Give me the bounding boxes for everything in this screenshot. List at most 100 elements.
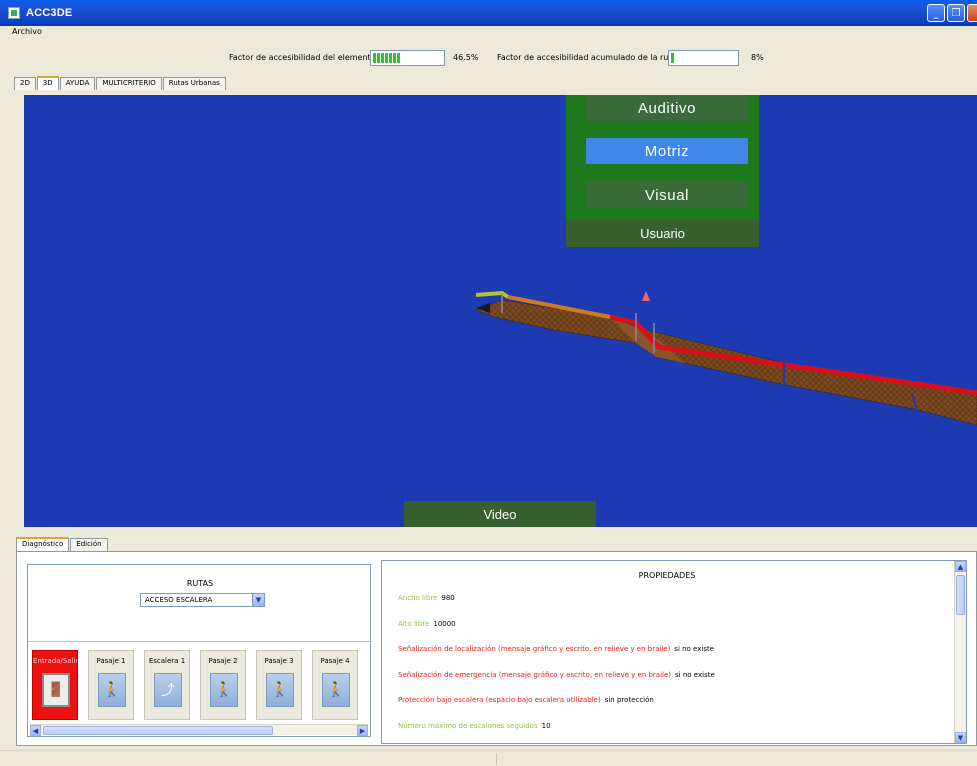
segment-card-escalera-1[interactable]: Escalera 1 ⤴ — [144, 650, 190, 720]
3d-scene — [475, 290, 977, 426]
property-value: si no existe — [674, 645, 715, 653]
panel-tabs: Diagnóstico Edición — [16, 537, 109, 551]
view-tabs: 2D 3D AYUDA MULTICRITERIO Rutas Urbanas — [14, 76, 227, 90]
segment-card-pasaje-2[interactable]: Pasaje 2 🚶 — [200, 650, 246, 720]
segment-label: Pasaje 4 — [320, 657, 350, 665]
segment-label: Escalera 1 — [148, 657, 186, 665]
route-factor-meter — [668, 50, 739, 66]
property-value: 10000 — [433, 620, 456, 628]
meter-segment — [385, 53, 388, 63]
routes-panel: RUTAS ACCESO ESCALERA ▼ Entrada/Salida1 … — [27, 564, 372, 737]
close-icon[interactable] — [967, 4, 977, 22]
tab-ayuda[interactable]: AYUDA — [59, 77, 96, 90]
property-key: Señalización de localización (mensaje gr… — [398, 645, 671, 653]
title-bar: ACC3DE _ ❐ — [0, 0, 977, 26]
app-window: ACC3DE _ ❐ Archivo Factor de accesibilid… — [0, 0, 977, 766]
segments-scrollbar[interactable]: ◀ ▶ — [30, 724, 368, 736]
route-segments: Entrada/Salida1 🚪 Pasaje 1 🚶 Escalera 1 … — [32, 650, 368, 720]
tab-3d[interactable]: 3D — [36, 76, 59, 90]
element-factor-meter — [370, 50, 445, 66]
property-key: Protección bajo escalera (espacio bajo e… — [398, 696, 601, 704]
motriz-button[interactable]: Motriz — [586, 138, 748, 164]
walk-icon: 🚶 — [322, 673, 350, 707]
route-factor-label: Factor de accesibilidad acumulado de la … — [497, 53, 677, 62]
scrollbar-thumb[interactable] — [43, 726, 273, 735]
route-select-value: ACCESO ESCALERA — [145, 596, 213, 604]
tab-multicriterio[interactable]: MULTICRITERIO — [96, 77, 162, 90]
usuario-label: Usuario — [566, 220, 759, 247]
maximize-icon[interactable]: ❐ — [947, 4, 965, 22]
rutas-title: RUTAS — [186, 579, 214, 588]
segment-card-pasaje-4[interactable]: Pasaje 4 🚶 — [312, 650, 358, 720]
scroll-up-icon[interactable]: ▲ — [955, 561, 966, 572]
scroll-right-icon[interactable]: ▶ — [357, 725, 368, 736]
properties-scrollbar[interactable]: ▲ ▼ — [954, 561, 966, 743]
tab-diagnostico[interactable]: Diagnóstico — [16, 537, 70, 551]
property-key: Señalización de emergencia (mensaje gráf… — [398, 671, 672, 679]
segment-label: Entrada/Salida1 — [33, 657, 77, 665]
property-key: Ancho libre — [398, 594, 438, 602]
route-select[interactable]: ACCESO ESCALERA ▼ — [140, 593, 265, 607]
window-title: ACC3DE — [26, 7, 73, 19]
meter-segment — [373, 53, 376, 63]
avatar-marker-icon — [642, 291, 650, 301]
railing-yellow — [475, 290, 510, 299]
tab-rutas-urbanas[interactable]: Rutas Urbanas — [162, 77, 226, 90]
user-profile-panel: Auditivo Motriz Visual Usuario — [566, 95, 759, 247]
propiedades-title: PROPIEDADES — [638, 571, 696, 580]
property-row: Señalización de emergencia (mensaje gráf… — [398, 671, 715, 679]
property-row: Protección bajo escalera (espacio bajo e… — [398, 696, 654, 704]
auditivo-button[interactable]: Auditivo — [586, 95, 748, 121]
scroll-down-icon[interactable]: ▼ — [955, 732, 966, 743]
accessibility-factors: Factor de accesibilidad del elemento 46.… — [0, 48, 977, 68]
scrollbar-thumb[interactable] — [956, 575, 965, 615]
property-value: sin protección — [604, 696, 654, 704]
diagnostic-panel: RUTAS ACCESO ESCALERA ▼ Entrada/Salida1 … — [16, 551, 977, 746]
route-floor — [475, 299, 977, 426]
scroll-left-icon[interactable]: ◀ — [30, 725, 41, 736]
tab-2d[interactable]: 2D — [14, 77, 36, 90]
chevron-down-icon[interactable]: ▼ — [252, 594, 264, 606]
segment-label: Pasaje 1 — [96, 657, 126, 665]
status-bar — [0, 750, 977, 766]
property-value: si no existe — [675, 671, 715, 679]
segment-card-entrada-salida[interactable]: Entrada/Salida1 🚪 — [32, 650, 78, 720]
property-key: Alto libre — [398, 620, 430, 628]
menu-archivo[interactable]: Archivo — [12, 27, 42, 36]
divider — [28, 641, 372, 642]
window-controls: _ ❐ — [925, 4, 977, 22]
tab-edicion[interactable]: Edición — [70, 538, 108, 551]
property-row: Alto libre 10000 — [398, 620, 456, 628]
element-factor-value: 46.5% — [453, 53, 479, 62]
minimize-icon[interactable]: _ — [927, 4, 945, 22]
divider — [496, 753, 497, 765]
meter-segment — [389, 53, 392, 63]
3d-viewport[interactable]: Auditivo Motriz Visual Usuario Video — [24, 95, 977, 527]
meter-segment — [671, 53, 674, 63]
meter-segment — [397, 53, 400, 63]
walk-icon: 🚶 — [210, 673, 238, 707]
video-button[interactable]: Video — [404, 501, 596, 527]
property-row: Ancho libre 980 — [398, 594, 455, 602]
visual-button[interactable]: Visual — [586, 182, 748, 208]
walk-icon: 🚶 — [98, 673, 126, 707]
walk-icon: 🚶 — [266, 673, 294, 707]
door-icon: 🚪 — [42, 673, 70, 707]
property-value: 10 — [541, 722, 551, 730]
meter-segment — [377, 53, 380, 63]
segment-card-pasaje-3[interactable]: Pasaje 3 🚶 — [256, 650, 302, 720]
property-key: Número máximo de escalones seguidos — [398, 722, 538, 730]
segment-label: Pasaje 3 — [264, 657, 294, 665]
route-factor-value: 8% — [751, 53, 764, 62]
segment-card-pasaje-1[interactable]: Pasaje 1 🚶 — [88, 650, 134, 720]
property-value: 980 — [441, 594, 455, 602]
element-factor-label: Factor de accesibilidad del elemento — [229, 53, 376, 62]
meter-segment — [393, 53, 396, 63]
segment-label: Pasaje 2 — [208, 657, 238, 665]
property-row: Número máximo de escalones seguidos 10 — [398, 722, 551, 730]
stairs-icon: ⤴ — [154, 673, 182, 707]
meter-segment — [381, 53, 384, 63]
property-row: Señalización de localización (mensaje gr… — [398, 645, 714, 653]
menu-bar: Archivo — [0, 26, 977, 40]
app-icon — [8, 7, 20, 19]
